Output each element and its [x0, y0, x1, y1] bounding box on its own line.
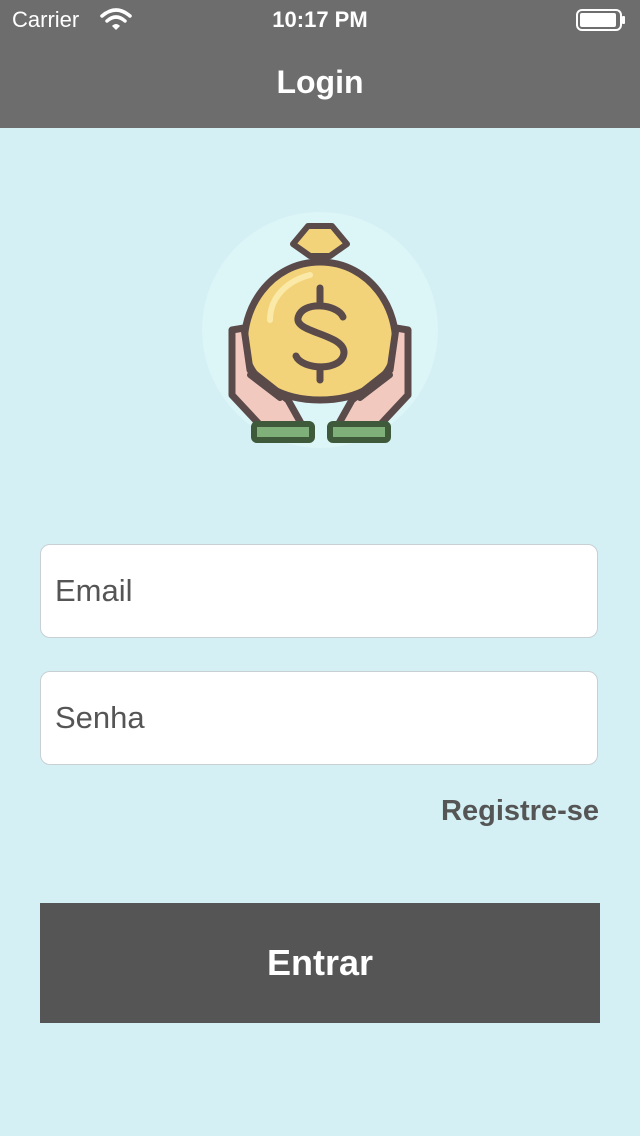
register-link[interactable]: Registre-se: [441, 795, 599, 828]
money-bag-in-hands-icon: [202, 212, 438, 448]
login-button-label: Entrar: [266, 942, 374, 983]
navigation-bar: Carrier 10:17 PM Login: [0, 0, 640, 128]
battery-icon: [576, 9, 625, 31]
login-button[interactable]: Entrar: [40, 903, 600, 1023]
email-field[interactable]: [40, 544, 598, 638]
password-field[interactable]: [40, 671, 598, 765]
status-bar: Carrier 10:17 PM: [0, 0, 640, 40]
page-title: Login: [276, 64, 364, 100]
status-time: 10:17 PM: [272, 7, 368, 32]
